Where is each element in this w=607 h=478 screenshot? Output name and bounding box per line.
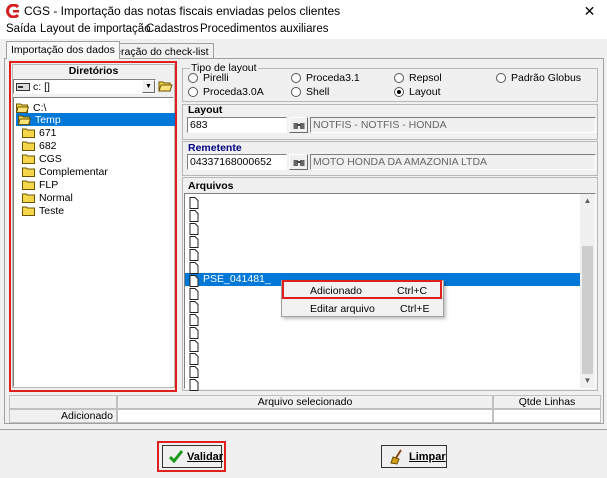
menu-item-editar-arquivo-shortcut: Ctrl+E (400, 303, 430, 315)
radio-button-icon (188, 73, 198, 83)
highlight-box-directories (9, 61, 177, 392)
radio-button-icon (291, 73, 301, 83)
menu-bar: Saída Layout de importação Cadastros Pro… (0, 22, 607, 39)
binoculars-icon (293, 160, 305, 166)
file-icon (189, 262, 199, 274)
remetente-code-input[interactable]: 04337168000652 (187, 154, 287, 170)
file-icon (189, 366, 199, 378)
remetente-description-field: MOTO HONDA DA AMAZONIA LTDA (310, 154, 596, 170)
binoculars-icon (293, 123, 305, 129)
layout-title: Layout (188, 104, 223, 116)
radio-button-icon (496, 73, 506, 83)
limpar-button[interactable]: Limpar (381, 445, 447, 468)
menu-item-editar-arquivo[interactable]: Editar arquivo (310, 303, 375, 315)
radio-shell[interactable]: Shell (291, 86, 329, 98)
file-icon (189, 275, 199, 287)
menu-layout-importacao[interactable]: Layout de importação (40, 23, 151, 35)
status-row-label: Adicionado (9, 409, 117, 423)
menu-cadastros[interactable]: Cadastros (146, 23, 198, 35)
window-title: CGS - Importação das notas fiscais envia… (24, 4, 341, 18)
status-lines-value (493, 409, 601, 423)
arquivos-title: Arquivos (188, 180, 234, 192)
binoculars-search-button[interactable] (289, 117, 308, 133)
divider (0, 429, 607, 430)
menu-procedimentos[interactable]: Procedimentos auxiliares (200, 23, 328, 35)
remetente-title: Remetente (188, 142, 242, 154)
vertical-scrollbar[interactable]: ▲ ▼ (580, 194, 595, 388)
radio-pirelli[interactable]: Pirelli (188, 72, 229, 84)
highlight-box-adicionado (282, 280, 442, 299)
file-icon (189, 210, 199, 222)
file-icon (189, 249, 199, 261)
close-button[interactable]: ✕ (572, 0, 607, 22)
layout-code-input[interactable]: 683 (187, 117, 287, 133)
file-icon (189, 379, 199, 391)
title-bar: CGS - Importação das notas fiscais envia… (0, 0, 607, 22)
broom-icon (390, 449, 402, 465)
radio-button-icon (291, 87, 301, 97)
layout-description-field: NOTFIS - NOTFIS - HONDA (310, 117, 596, 133)
status-col-lines: Qtde Linhas (493, 395, 601, 409)
radio-padrao-globus[interactable]: Padrão Globus (496, 72, 581, 84)
highlight-box-validar (157, 441, 226, 472)
file-icon (189, 327, 199, 339)
scroll-thumb[interactable] (582, 246, 593, 374)
tab-importacao[interactable]: Importação dos dados (6, 41, 120, 59)
radio-layout[interactable]: Layout (394, 86, 441, 98)
radio-proceda31[interactable]: Proceda3.1 (291, 72, 360, 84)
file-icon (189, 288, 199, 300)
radio-button-icon (394, 73, 404, 83)
status-col-file: Arquivo selecionado (117, 395, 493, 409)
file-icon (189, 236, 199, 248)
file-icon (189, 353, 199, 365)
file-icon (189, 301, 199, 313)
scroll-up-icon[interactable]: ▲ (580, 194, 595, 208)
radio-repsol[interactable]: Repsol (394, 72, 442, 84)
status-file-value (117, 409, 493, 423)
file-icon (189, 197, 199, 209)
status-grid: Arquivo selecionado Qtde Linhas Adiciona… (9, 395, 601, 423)
file-icon (189, 314, 199, 326)
status-cell (9, 395, 117, 409)
scroll-down-icon[interactable]: ▼ (580, 374, 595, 388)
file-icon (189, 340, 199, 352)
menu-saida[interactable]: Saída (6, 23, 36, 35)
file-icon (189, 223, 199, 235)
radio-button-icon (188, 87, 198, 97)
radio-proceda30a[interactable]: Proceda3.0A (188, 86, 264, 98)
app-logo-icon (6, 4, 20, 18)
radio-button-selected-icon (394, 87, 404, 97)
binoculars-search-button[interactable] (289, 154, 308, 170)
